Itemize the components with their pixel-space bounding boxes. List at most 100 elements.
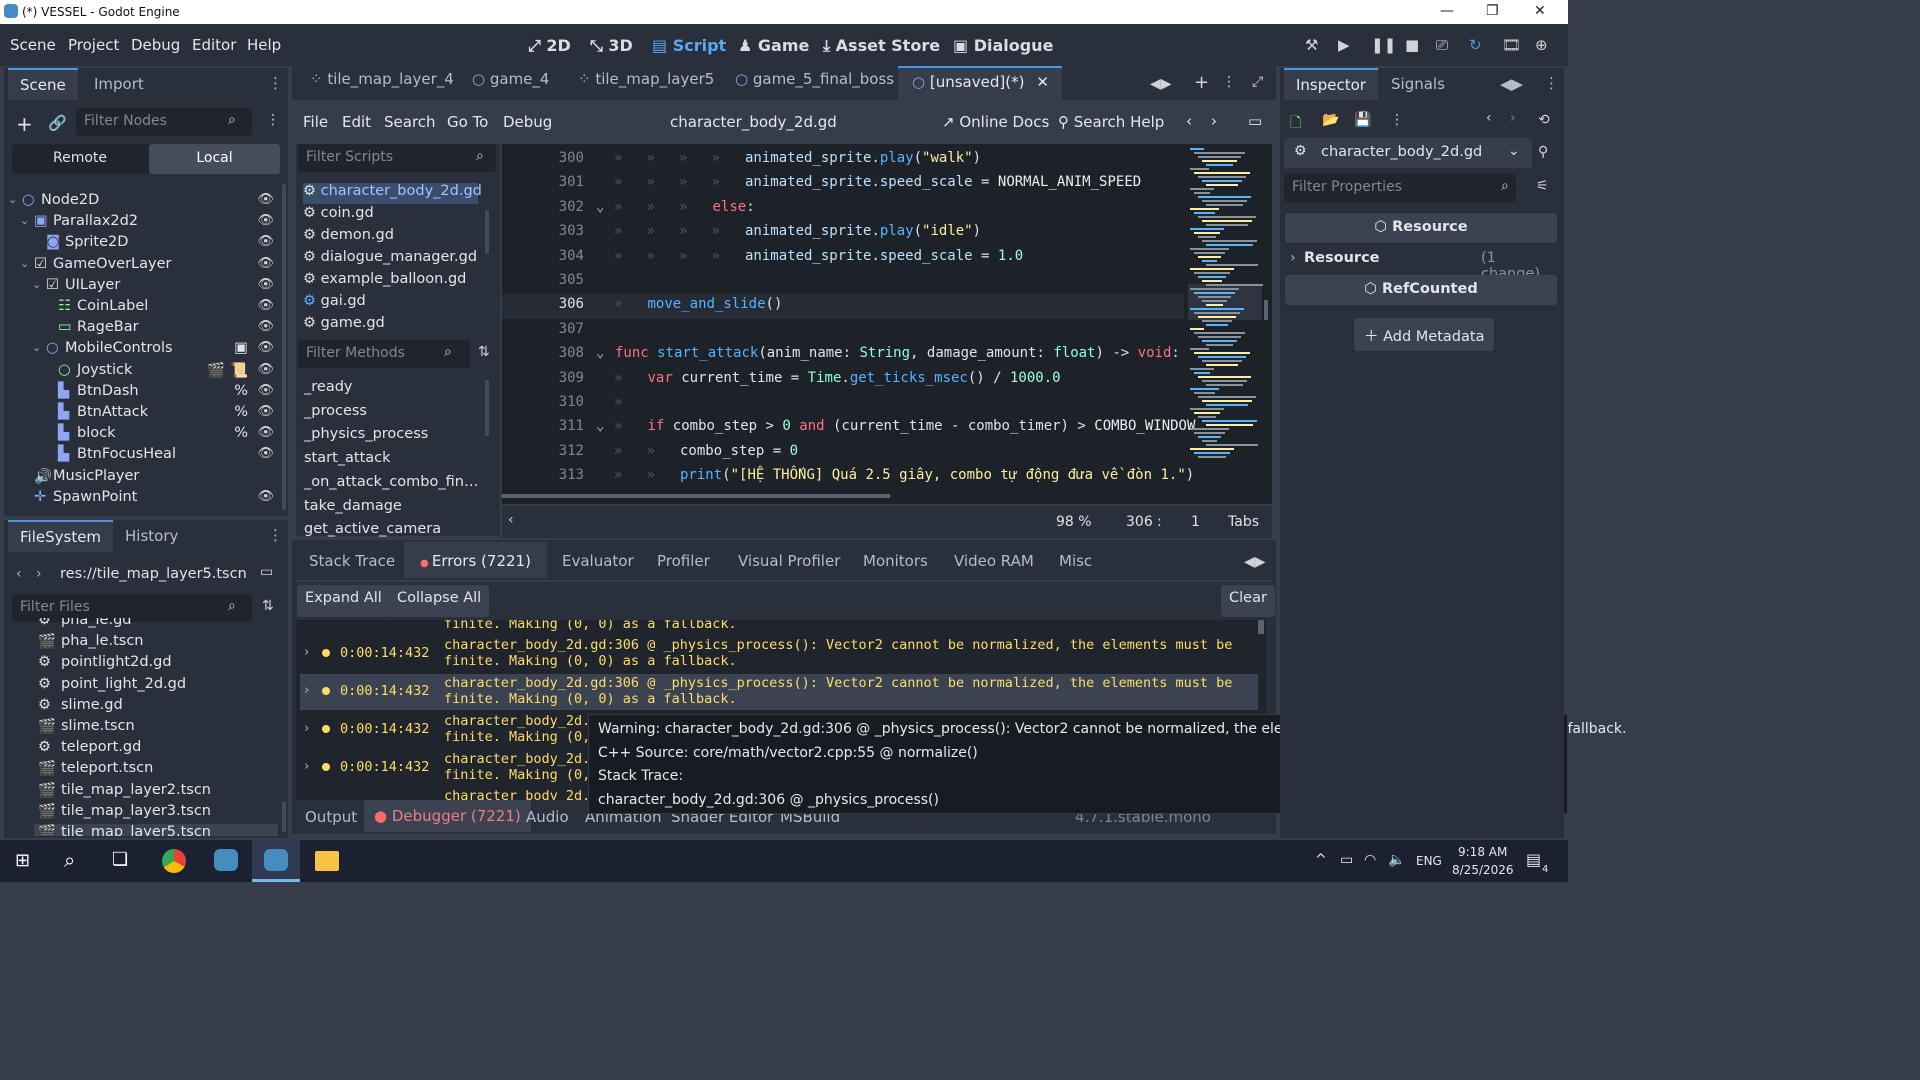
- debugger-tab[interactable]: Visual Profiler: [738, 552, 840, 570]
- methods-scrollbar[interactable]: [485, 380, 489, 436]
- tab-output[interactable]: Output: [305, 808, 357, 826]
- script-item[interactable]: ⚙ gai.gd: [303, 293, 478, 314]
- run-custom-scene-icon[interactable]: ⊕: [1535, 36, 1548, 54]
- path-field[interactable]: res://tile_map_layer5.tscn: [60, 566, 247, 582]
- movie-maker-icon[interactable]: 🎞: [1502, 36, 1521, 54]
- script-item[interactable]: ⚙ game.gd: [303, 315, 478, 336]
- menu-project[interactable]: Project: [68, 36, 119, 54]
- more-icon[interactable]: ⋮: [1390, 112, 1404, 128]
- prev-script-icon[interactable]: ‹: [1186, 112, 1192, 130]
- chevron-down-icon[interactable]: ⌄: [32, 341, 41, 354]
- code-line[interactable]: 310 »: [502, 392, 1192, 417]
- code-line[interactable]: 302 ⌄ » » » else:: [502, 197, 1192, 222]
- visibility-eye-icon[interactable]: 👁: [257, 298, 274, 313]
- script-menu-debug[interactable]: Debug: [503, 113, 552, 131]
- code-line[interactable]: 305: [502, 270, 1192, 295]
- debugger-tab[interactable]: Misc: [1059, 552, 1092, 570]
- godot-taskbar-icon[interactable]: [214, 849, 238, 871]
- stop-icon[interactable]: ■: [1405, 36, 1419, 54]
- scripts-scrollbar[interactable]: [485, 210, 489, 254]
- chrome-icon[interactable]: [162, 849, 186, 873]
- minimize-button[interactable]: —: [1440, 3, 1454, 19]
- script-item[interactable]: ⚙ dialogue_manager.gd: [303, 249, 478, 270]
- volume-icon[interactable]: 🔈: [1388, 852, 1405, 868]
- language-indicator[interactable]: ENG: [1416, 854, 1442, 868]
- scene-node[interactable]: ◙ Sprite2D 👁: [8, 234, 274, 255]
- workspace-3d[interactable]: ⤡ 3D: [590, 36, 633, 56]
- chevron-down-icon[interactable]: ⌄: [32, 278, 41, 291]
- scene-node[interactable]: ⌄ ▣ Parallax2d2 👁: [8, 213, 274, 234]
- workspace-game[interactable]: ♟ Game: [738, 36, 809, 55]
- fold-chevron-icon[interactable]: ⌄: [596, 418, 604, 434]
- chevron-right-icon[interactable]: ›: [304, 758, 309, 774]
- menu-debug[interactable]: Debug: [131, 36, 180, 54]
- menu-help[interactable]: Help: [247, 36, 281, 54]
- node-badge-icon[interactable]: %: [234, 404, 248, 420]
- scene-node[interactable]: ⌄ ☑ UILayer 👁: [8, 277, 274, 298]
- link-icon[interactable]: 🔗: [48, 114, 67, 132]
- minimap[interactable]: [1184, 144, 1264, 458]
- error-list-scrollbar[interactable]: [1258, 620, 1264, 634]
- debugger-tab-scroll-icon[interactable]: ◀▶: [1244, 554, 1266, 570]
- debugger-tab[interactable]: Video RAM: [954, 552, 1034, 570]
- sort-methods-icon[interactable]: ⇅: [478, 344, 490, 360]
- script-menu-file[interactable]: File: [303, 113, 328, 131]
- remote-debug-icon[interactable]: ⎚: [1436, 36, 1448, 54]
- scene-node[interactable]: ⌄ ☑ GameOverLayer 👁: [8, 256, 274, 277]
- clock-time[interactable]: 9:18 AM: [1458, 845, 1507, 859]
- resource-section[interactable]: › Resource (1 change): [1290, 250, 1556, 282]
- tab-audio[interactable]: Audio: [526, 808, 569, 826]
- new-resource-icon[interactable]: 🗋: [1290, 112, 1301, 136]
- workspace-dialogue[interactable]: ▣ Dialogue: [953, 36, 1053, 55]
- file-item[interactable]: 🎬 tile_map_layer5.tscn: [34, 824, 278, 836]
- battery-icon[interactable]: ▭: [1340, 852, 1353, 868]
- code-line[interactable]: 313 » » print("[HỆ THỐNG] Quá 2.5 giây, com…: [502, 465, 1194, 490]
- debugger-tab[interactable]: Profiler: [657, 552, 710, 570]
- method-item[interactable]: get_active_camera: [304, 521, 441, 537]
- scene-node[interactable]: ▭ RageBar 👁: [8, 319, 274, 340]
- file-item[interactable]: ⚙ teleport.gd: [34, 739, 278, 760]
- chevron-right-icon[interactable]: ›: [304, 682, 309, 698]
- filter-nodes-input[interactable]: Filter Nodes: [76, 108, 252, 136]
- code-line[interactable]: 308 ⌄ func start_attack(anim_name: String,…: [502, 343, 1192, 368]
- scene-node[interactable]: ☷ CoinLabel 👁: [8, 298, 274, 319]
- workspace-2d[interactable]: ⤢ 2D: [528, 36, 571, 56]
- object-history-icon[interactable]: ⟲: [1538, 112, 1550, 128]
- visibility-eye-icon[interactable]: 👁: [257, 362, 274, 377]
- method-item[interactable]: _process: [304, 403, 367, 419]
- file-item[interactable]: ⚙ pointlight2d.gd: [34, 654, 278, 675]
- error-row[interactable]: › 0:00:14:432 character_body_2d.gd:306 @ _…: [300, 636, 1258, 672]
- visibility-eye-icon[interactable]: 👁: [257, 489, 274, 504]
- zoom-level[interactable]: 98 %: [1056, 514, 1092, 530]
- code-line[interactable]: 312 » » combo_step = 0: [502, 441, 1192, 466]
- indent-mode[interactable]: Tabs: [1228, 514, 1259, 530]
- file-item[interactable]: 🎬 teleport.tscn: [34, 760, 278, 781]
- property-settings-icon[interactable]: ⚟: [1536, 178, 1549, 194]
- godot-active-taskbar-button[interactable]: [252, 840, 300, 882]
- code-line[interactable]: 307: [502, 319, 1192, 344]
- method-item[interactable]: _on_attack_combo_fin…: [304, 474, 478, 490]
- tabs-menu-icon[interactable]: ⋮: [1222, 74, 1236, 90]
- script-menu-search[interactable]: Search: [384, 113, 436, 131]
- error-row[interactable]: › 0:00:14:432 character_body_2d.gd:306 @ _…: [300, 674, 1258, 710]
- method-item[interactable]: take_damage: [304, 498, 402, 514]
- back-icon[interactable]: ‹: [16, 566, 22, 582]
- add-metadata-button[interactable]: ＋ Add Metadata: [1354, 318, 1495, 351]
- tab-scene[interactable]: Scene: [8, 68, 78, 100]
- history-forward-icon[interactable]: ›: [1510, 110, 1516, 126]
- filter-scripts-input[interactable]: Filter Scripts: [298, 144, 496, 172]
- method-item[interactable]: _ready: [304, 379, 352, 395]
- scene-tree-scrollbar[interactable]: [282, 184, 286, 510]
- code-line[interactable]: 300 » » » » animated_sprite.play("walk"): [502, 148, 1192, 173]
- node-badge-icon[interactable]: %: [234, 383, 248, 399]
- tab-import[interactable]: Import: [94, 75, 144, 93]
- chevron-down-icon[interactable]: ⌄: [20, 214, 29, 227]
- visibility-eye-icon[interactable]: 👁: [257, 340, 274, 355]
- file-item[interactable]: 🎬 pha_le.tscn: [34, 633, 278, 654]
- history-back-icon[interactable]: ‹: [1486, 110, 1492, 126]
- chevron-down-icon[interactable]: ⌄: [20, 257, 29, 270]
- remote-button[interactable]: Remote: [12, 150, 148, 166]
- visibility-eye-icon[interactable]: 👁: [257, 234, 274, 249]
- split-view-icon[interactable]: ▭: [260, 564, 273, 580]
- online-docs-button[interactable]: ↗ Online Docs: [942, 113, 1049, 131]
